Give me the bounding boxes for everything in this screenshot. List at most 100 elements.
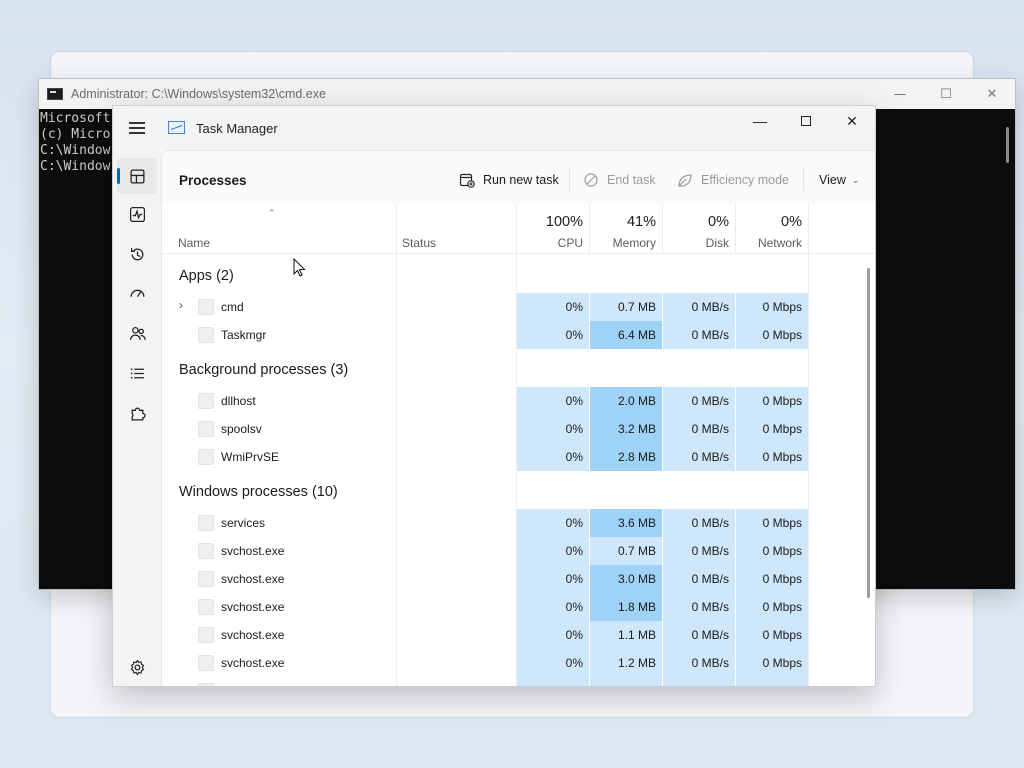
startup-gauge-icon bbox=[129, 289, 145, 297]
memory-cell: 3.0 MB bbox=[590, 565, 662, 593]
disk-cell: 0 MB/s bbox=[663, 293, 735, 321]
network-cell: 0 Mbps bbox=[736, 649, 808, 677]
run-new-task-icon bbox=[459, 173, 475, 188]
table-row[interactable]: svchost.exe 0% 3.0 MB 0 MB/s 0 Mbps bbox=[162, 565, 862, 593]
nav-performance[interactable] bbox=[117, 196, 157, 232]
process-icon bbox=[198, 449, 214, 465]
memory-cell: 0.8 MB bbox=[590, 677, 662, 686]
table-row[interactable]: › cmd 0% 0.7 MB 0 MB/s 0 Mbps bbox=[162, 293, 862, 321]
run-new-task-button[interactable]: Run new task bbox=[459, 166, 559, 194]
network-cell: 0 Mbps bbox=[736, 593, 808, 621]
process-name: cmd bbox=[221, 300, 244, 314]
column-header-name[interactable]: ⌃ Name bbox=[162, 204, 396, 254]
table-row[interactable]: spoolsv 0% 3.2 MB 0 MB/s 0 Mbps bbox=[162, 415, 862, 443]
nav-users[interactable] bbox=[117, 315, 157, 351]
group-label: Background processes (3) bbox=[179, 362, 349, 378]
nav-processes[interactable] bbox=[117, 158, 157, 194]
column-divider bbox=[662, 204, 663, 254]
process-name: svchost.exe bbox=[221, 684, 284, 686]
nav-startup-apps[interactable] bbox=[117, 275, 157, 311]
process-table: ⌃ Name Status 100% CPU 41% Memory 0% Dis… bbox=[162, 204, 875, 686]
task-manager-window[interactable]: Task Manager — ✕ Processes Run new task … bbox=[112, 105, 876, 687]
column-header-network[interactable]: 0% Network bbox=[736, 204, 808, 254]
memory-cell: 0.7 MB bbox=[590, 293, 662, 321]
column-header-memory[interactable]: 41% Memory bbox=[590, 204, 662, 254]
column-divider bbox=[735, 204, 736, 254]
cmd-scrollbar[interactable] bbox=[997, 109, 1015, 589]
maximize-button[interactable] bbox=[783, 106, 829, 136]
cmd-scrollbar-thumb[interactable] bbox=[1006, 127, 1009, 163]
efficiency-mode-button[interactable]: Efficiency mode bbox=[677, 166, 789, 194]
column-header-status[interactable]: Status bbox=[396, 204, 516, 254]
memory-total-percent: 41% bbox=[626, 214, 656, 230]
mouse-cursor-icon bbox=[293, 258, 306, 277]
task-manager-titlebar[interactable]: Task Manager — ✕ bbox=[113, 106, 875, 150]
table-row[interactable]: svchost.exe 0% 0.7 MB 0 MB/s 0 Mbps bbox=[162, 537, 862, 565]
group-label: Windows processes (10) bbox=[179, 484, 338, 500]
memory-cell: 1.8 MB bbox=[590, 593, 662, 621]
cpu-cell: 0% bbox=[517, 593, 589, 621]
column-header-disk[interactable]: 0% Disk bbox=[663, 204, 735, 254]
process-icon bbox=[198, 627, 214, 643]
table-row[interactable]: svchost.exe 0% 1.8 MB 0 MB/s 0 Mbps bbox=[162, 593, 862, 621]
group-header[interactable]: Windows processes (10) bbox=[162, 471, 862, 509]
process-icon bbox=[198, 599, 214, 615]
memory-cell: 0.7 MB bbox=[590, 537, 662, 565]
cmd-close-button[interactable]: ✕ bbox=[969, 79, 1015, 109]
table-header: ⌃ Name Status 100% CPU 41% Memory 0% Dis… bbox=[162, 204, 875, 254]
view-label: View bbox=[819, 173, 846, 187]
disk-cell: 0 MB/s bbox=[663, 387, 735, 415]
network-cell: 0 Mbps bbox=[736, 415, 808, 443]
table-scrollbar-thumb[interactable] bbox=[867, 268, 870, 598]
network-cell: 0 Mbps bbox=[736, 387, 808, 415]
run-new-task-label: Run new task bbox=[483, 173, 559, 187]
group-header[interactable]: Background processes (3) bbox=[162, 349, 862, 387]
leaf-icon bbox=[678, 174, 692, 187]
process-icon bbox=[198, 683, 214, 686]
chevron-right-icon[interactable]: › bbox=[179, 298, 183, 312]
process-rows: Apps (2) › cmd 0% 0.7 MB 0 MB/s 0 Mbps Taskmgr 0… bbox=[162, 255, 875, 686]
cpu-cell: 0% bbox=[517, 321, 589, 349]
table-row[interactable]: services 0% 3.6 MB 0 MB/s 0 Mbps bbox=[162, 509, 862, 537]
process-name: dllhost bbox=[221, 394, 256, 408]
column-header-cpu[interactable]: 100% CPU bbox=[517, 204, 589, 254]
table-row[interactable]: WmiPrvSE 0% 2.8 MB 0 MB/s 0 Mbps bbox=[162, 443, 862, 471]
nav-services[interactable] bbox=[117, 395, 157, 431]
table-row[interactable]: svchost.exe 0% 1.2 MB 0 MB/s 0 Mbps bbox=[162, 649, 862, 677]
cpu-total-percent: 100% bbox=[545, 214, 583, 230]
processes-icon bbox=[129, 168, 145, 184]
minimize-button[interactable]: — bbox=[737, 106, 783, 136]
cmd-maximize-button[interactable]: ☐ bbox=[923, 79, 969, 109]
process-name: services bbox=[221, 516, 266, 530]
group-header[interactable]: Apps (2) bbox=[162, 255, 862, 293]
settings-gear-icon bbox=[130, 659, 144, 675]
close-button[interactable]: ✕ bbox=[829, 106, 875, 136]
cmd-minimize-button[interactable]: — bbox=[877, 79, 923, 109]
maximize-icon bbox=[801, 116, 811, 126]
table-row[interactable]: svchost.exe 0% 1.1 MB 0 MB/s 0 Mbps bbox=[162, 621, 862, 649]
process-icon bbox=[198, 515, 214, 531]
nav-details[interactable] bbox=[117, 355, 157, 391]
network-cell: 0 Mbps bbox=[736, 621, 808, 649]
chevron-down-icon: ⌄ bbox=[851, 174, 860, 185]
terminal-icon bbox=[47, 88, 63, 100]
process-name: Taskmgr bbox=[221, 328, 267, 342]
view-dropdown-button[interactable]: View ⌄ bbox=[819, 166, 859, 194]
cpu-cell: 0% bbox=[517, 677, 589, 686]
cpu-cell: 0% bbox=[517, 387, 589, 415]
end-task-button[interactable]: End task bbox=[583, 166, 656, 194]
table-row[interactable]: dllhost 0% 2.0 MB 0 MB/s 0 Mbps bbox=[162, 387, 862, 415]
column-divider bbox=[589, 204, 590, 254]
process-icon bbox=[198, 571, 214, 587]
page-title: Processes bbox=[179, 173, 247, 188]
cpu-cell: 0% bbox=[517, 537, 589, 565]
cpu-cell: 0% bbox=[517, 649, 589, 677]
nav-app-history[interactable] bbox=[117, 236, 157, 272]
table-row[interactable]: svchost.exe 0%0.8 MB0 MB/s0 Mbps bbox=[162, 677, 862, 686]
nav-settings[interactable] bbox=[117, 649, 157, 685]
hamburger-menu-icon[interactable] bbox=[129, 122, 145, 134]
column-disk-label: Disk bbox=[705, 236, 729, 250]
disk-cell: 0 MB/s bbox=[663, 649, 735, 677]
table-row[interactable]: Taskmgr 0% 6.4 MB 0 MB/s 0 Mbps bbox=[162, 321, 862, 349]
disk-cell: 0 MB/s bbox=[663, 321, 735, 349]
